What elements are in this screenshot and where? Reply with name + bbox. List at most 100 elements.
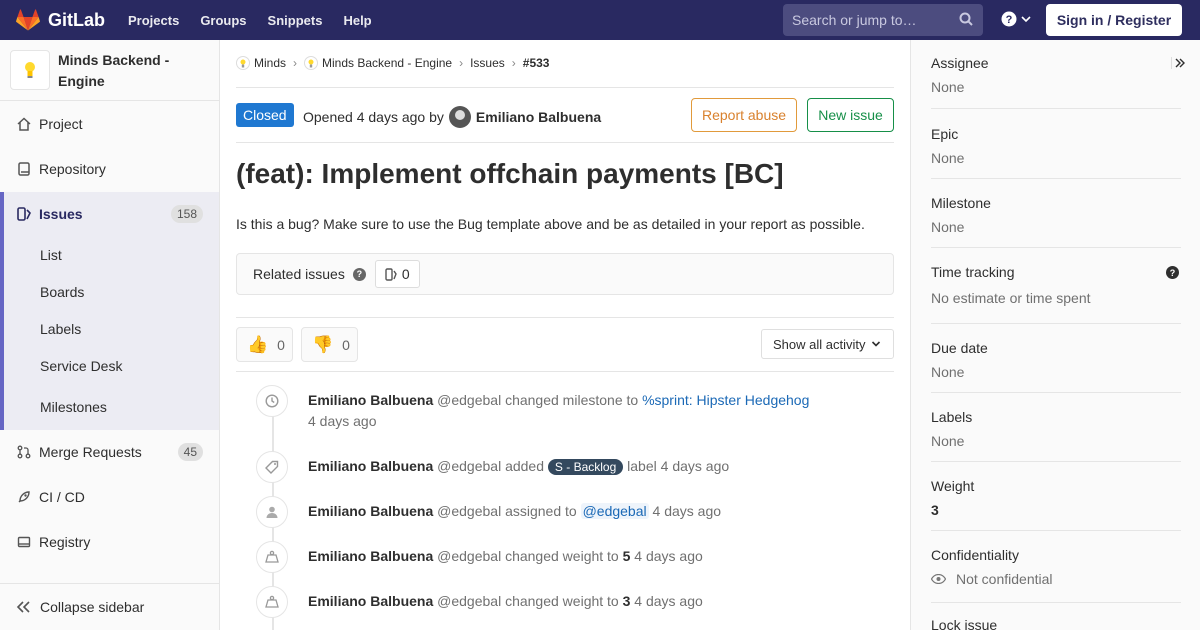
activity-action: changed milestone to [505, 392, 639, 408]
divider [931, 108, 1181, 109]
activity-action: added [505, 458, 545, 474]
issues-icon [16, 206, 32, 222]
weight-icon [256, 586, 288, 618]
divider [236, 317, 894, 318]
nav-projects[interactable]: Projects [128, 13, 179, 28]
svg-text:?: ? [1006, 14, 1013, 26]
status-badge: Closed [236, 103, 294, 127]
sidebar-item-label: Merge Requests [39, 444, 142, 460]
activity-time: 4 days ago [652, 503, 722, 519]
activity-time: 4 days ago [634, 548, 703, 564]
time-tracking-label: Time tracking [931, 264, 1015, 280]
home-icon [16, 116, 32, 132]
sidebar-subitem-labels[interactable]: Labels [0, 310, 219, 347]
weight-block: Weight 3 [931, 478, 1181, 518]
breadcrumb-project[interactable]: Minds Backend - Engine [322, 56, 452, 70]
thumbs-up-button[interactable]: 👍 0 [236, 327, 293, 362]
help-dropdown[interactable]: ? [1001, 11, 1031, 27]
activity-handle[interactable]: @edgebal [437, 392, 501, 408]
confidentiality-label: Confidentiality [931, 547, 1019, 563]
activity-handle[interactable]: @edgebal [437, 548, 501, 564]
activity-time: 4 days ago [308, 413, 377, 429]
user-mention[interactable]: @edgebal [580, 503, 649, 519]
sidebar-subitem-list[interactable]: List [0, 236, 219, 273]
related-count-value: 0 [401, 266, 410, 282]
divider [931, 178, 1181, 179]
activity-handle[interactable]: @edgebal [437, 503, 501, 519]
issue-description: Is this a bug? Make sure to use the Bug … [236, 216, 865, 232]
opened-time: 4 days ago [356, 109, 426, 125]
related-issues-label: Related issues [253, 266, 345, 282]
activity-action: assigned to [505, 503, 577, 519]
minds-avatar-icon [236, 56, 250, 70]
weight-label: Weight [931, 478, 975, 494]
sidebar-subitem-milestones[interactable]: Milestones [0, 384, 219, 430]
question-icon[interactable]: ? [352, 267, 366, 281]
sidebar-item-issues[interactable]: Issues 158 [0, 192, 219, 236]
double-chevron-left-icon [16, 601, 30, 613]
assignee-value: None [931, 79, 965, 95]
search-placeholder: Search or jump to… [792, 12, 917, 28]
sidebar-item-project[interactable]: Project [0, 104, 219, 144]
sidebar-item-registry[interactable]: Registry [0, 522, 219, 562]
breadcrumb-minds[interactable]: Minds [254, 56, 286, 70]
lightbulb-icon [25, 62, 35, 78]
milestone-link[interactable]: %sprint: Hipster Hedgehog [642, 392, 809, 408]
collapse-sidebar-button[interactable]: Collapse sidebar [0, 583, 219, 630]
weight-value: 3 [931, 502, 939, 518]
new-issue-button[interactable]: New issue [807, 98, 894, 132]
breadcrumb-issue-number[interactable]: #533 [523, 56, 550, 70]
sidebar-item-repository[interactable]: Repository [0, 149, 219, 189]
related-issues-block: Related issues ? 0 [236, 253, 894, 295]
divider [931, 461, 1181, 462]
project-header[interactable]: Minds Backend - Engine [0, 40, 219, 101]
confidentiality-block: Confidentiality Not confidential [931, 547, 1181, 587]
question-icon: ? [1001, 11, 1017, 27]
sidebar-item-label: CI / CD [39, 489, 85, 505]
container-icon [16, 534, 32, 550]
activity-handle[interactable]: @edgebal [437, 458, 501, 474]
breadcrumb-issues[interactable]: Issues [470, 56, 505, 70]
lock-issue-label: Lock issue [931, 617, 998, 633]
signin-button[interactable]: Sign in / Register [1046, 4, 1182, 36]
divider [236, 142, 894, 143]
nav-groups[interactable]: Groups [200, 13, 246, 28]
gitlab-logo[interactable]: GitLab [16, 0, 105, 40]
author-name[interactable]: Emiliano Balbuena [476, 109, 601, 125]
top-navbar: GitLab Projects Groups Snippets Help Sea… [0, 0, 1200, 40]
activity-after: label [627, 458, 657, 474]
question-icon[interactable]: ? [1166, 266, 1179, 279]
activity-author[interactable]: Emiliano Balbuena [308, 392, 433, 408]
sidebar-subitem-service-desk[interactable]: Service Desk [0, 347, 219, 384]
activity-filter-dropdown[interactable]: Show all activity [761, 329, 894, 359]
search-icon [959, 12, 973, 26]
activity-author[interactable]: Emiliano Balbuena [308, 458, 433, 474]
avatar[interactable] [448, 106, 471, 128]
due-date-label: Due date [931, 340, 988, 356]
activity-author[interactable]: Emiliano Balbuena [308, 593, 433, 609]
sidebar-item-merge-requests[interactable]: Merge Requests 45 [0, 432, 219, 472]
activity-handle[interactable]: @edgebal [437, 593, 501, 609]
confidentiality-row: Not confidential [931, 571, 1181, 587]
issue-title: (feat): Implement offchain payments [BC] [236, 158, 784, 189]
issues-icon [385, 267, 397, 281]
divider [931, 392, 1181, 393]
label-badge[interactable]: S - Backlog [547, 459, 624, 475]
activity-time: 4 days ago [660, 458, 730, 474]
nav-help[interactable]: Help [343, 13, 371, 28]
sidebar-subitem-boards[interactable]: Boards [0, 273, 219, 310]
brand-name: GitLab [48, 9, 105, 30]
mr-count-badge: 45 [177, 443, 203, 461]
report-abuse-button[interactable]: Report abuse [691, 98, 797, 132]
activity-author[interactable]: Emiliano Balbuena [308, 503, 433, 519]
chevron-down-icon [872, 341, 881, 347]
thumbs-down-button[interactable]: 👎 0 [301, 327, 358, 362]
milestone-block: Milestone None [931, 195, 1181, 235]
activity-author[interactable]: Emiliano Balbuena [308, 548, 433, 564]
divider [236, 87, 894, 88]
search-input[interactable]: Search or jump to… [783, 4, 983, 36]
project-sidebar: Minds Backend - Engine Project Repositor… [0, 40, 220, 630]
nav-snippets[interactable]: Snippets [268, 13, 323, 28]
sidebar-item-cicd[interactable]: CI / CD [0, 477, 219, 517]
book-icon [16, 161, 32, 177]
